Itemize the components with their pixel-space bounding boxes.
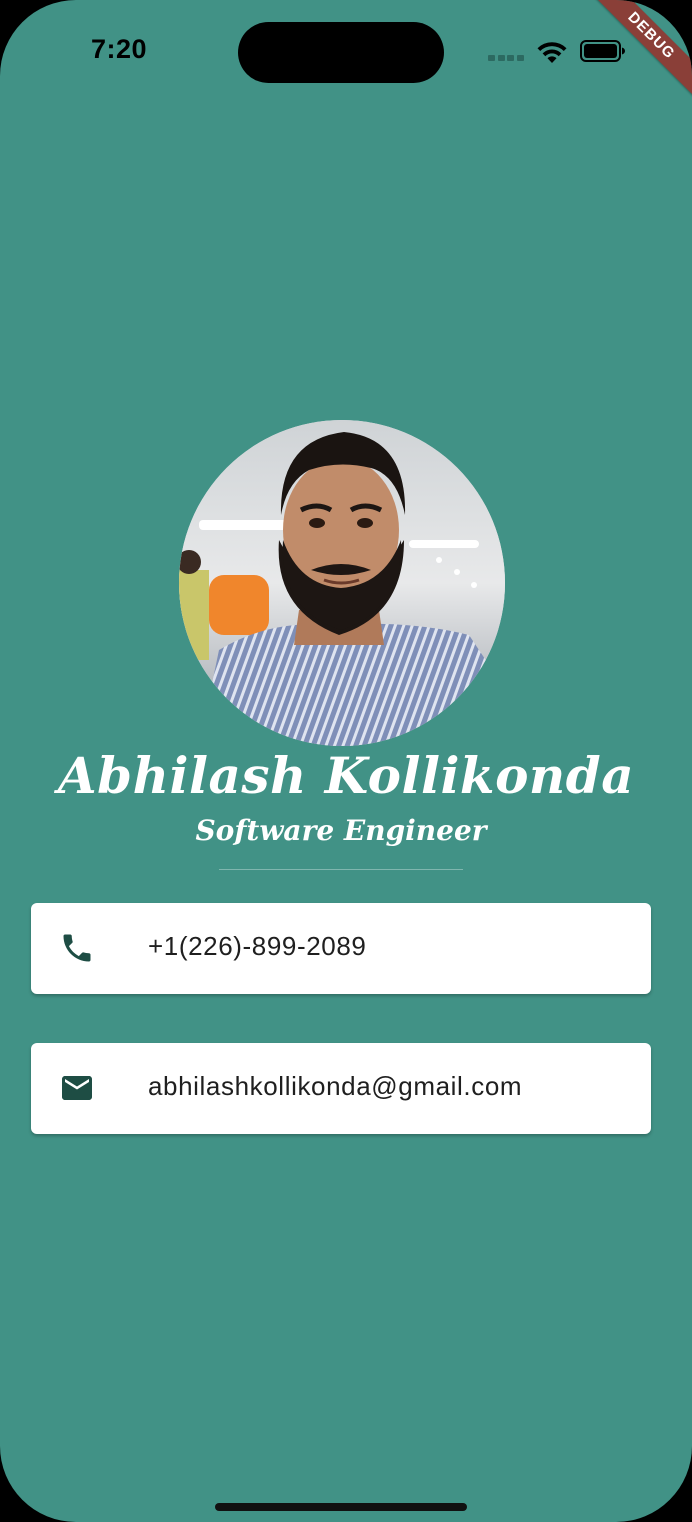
battery-icon bbox=[580, 40, 625, 62]
status-time: 7:20 bbox=[91, 34, 148, 64]
profile-photo bbox=[179, 420, 505, 746]
dynamic-island bbox=[238, 22, 444, 83]
home-indicator[interactable] bbox=[215, 1503, 467, 1511]
email-address: abhilashkollikonda@gmail.com bbox=[148, 1071, 523, 1101]
phone-icon bbox=[63, 934, 91, 962]
profile-name: Abhilash Kollikonda bbox=[57, 746, 635, 805]
device-frame: 7:20 DEBUG Abhilash Kollikonda Software … bbox=[0, 0, 692, 1522]
phone-number: +1(226)-899-2089 bbox=[148, 931, 367, 961]
wifi-icon bbox=[537, 42, 567, 63]
divider bbox=[219, 869, 463, 870]
app-screen: 7:20 DEBUG Abhilash Kollikonda Software … bbox=[0, 0, 692, 1522]
email-icon bbox=[62, 1076, 92, 1100]
profile-avatar bbox=[179, 420, 505, 746]
cellular-signal-icon bbox=[488, 55, 524, 61]
profile-title: Software Engineer bbox=[195, 814, 487, 847]
phone-card[interactable]: +1(226)-899-2089 bbox=[31, 903, 651, 994]
email-card[interactable]: abhilashkollikonda@gmail.com bbox=[31, 1043, 651, 1134]
